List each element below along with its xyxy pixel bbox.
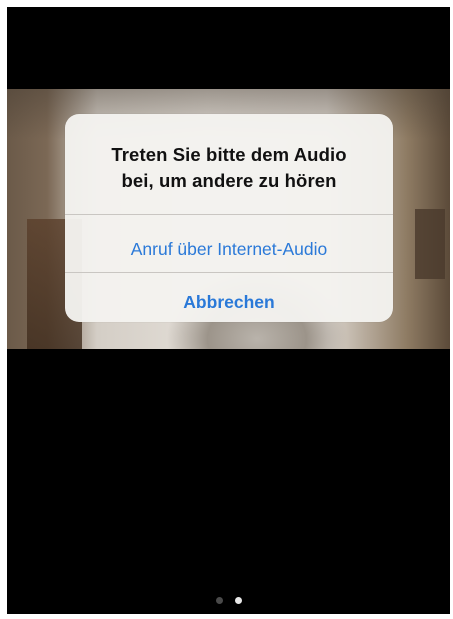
cancel-button[interactable]: Abbrechen	[65, 275, 393, 322]
dialog-divider	[65, 272, 393, 273]
dialog-divider	[65, 214, 393, 215]
call-via-internet-audio-button[interactable]: Anruf über Internet-Audio	[65, 222, 393, 276]
dialog-title: Treten Sie bitte dem Audio bei, um ander…	[65, 142, 393, 194]
dialog-title-line-1: Treten Sie bitte dem Audio	[111, 144, 347, 165]
dialog-title-line-2: bei, um andere zu hören	[121, 170, 337, 191]
join-audio-dialog: Treten Sie bitte dem Audio bei, um ander…	[65, 114, 393, 322]
page-dot[interactable]	[215, 597, 223, 604]
meeting-screen: Treten Sie bitte dem Audio bei, um ander…	[7, 7, 450, 614]
page-indicator[interactable]	[7, 597, 450, 604]
video-object	[415, 209, 445, 279]
page-dot-active[interactable]	[234, 597, 242, 604]
